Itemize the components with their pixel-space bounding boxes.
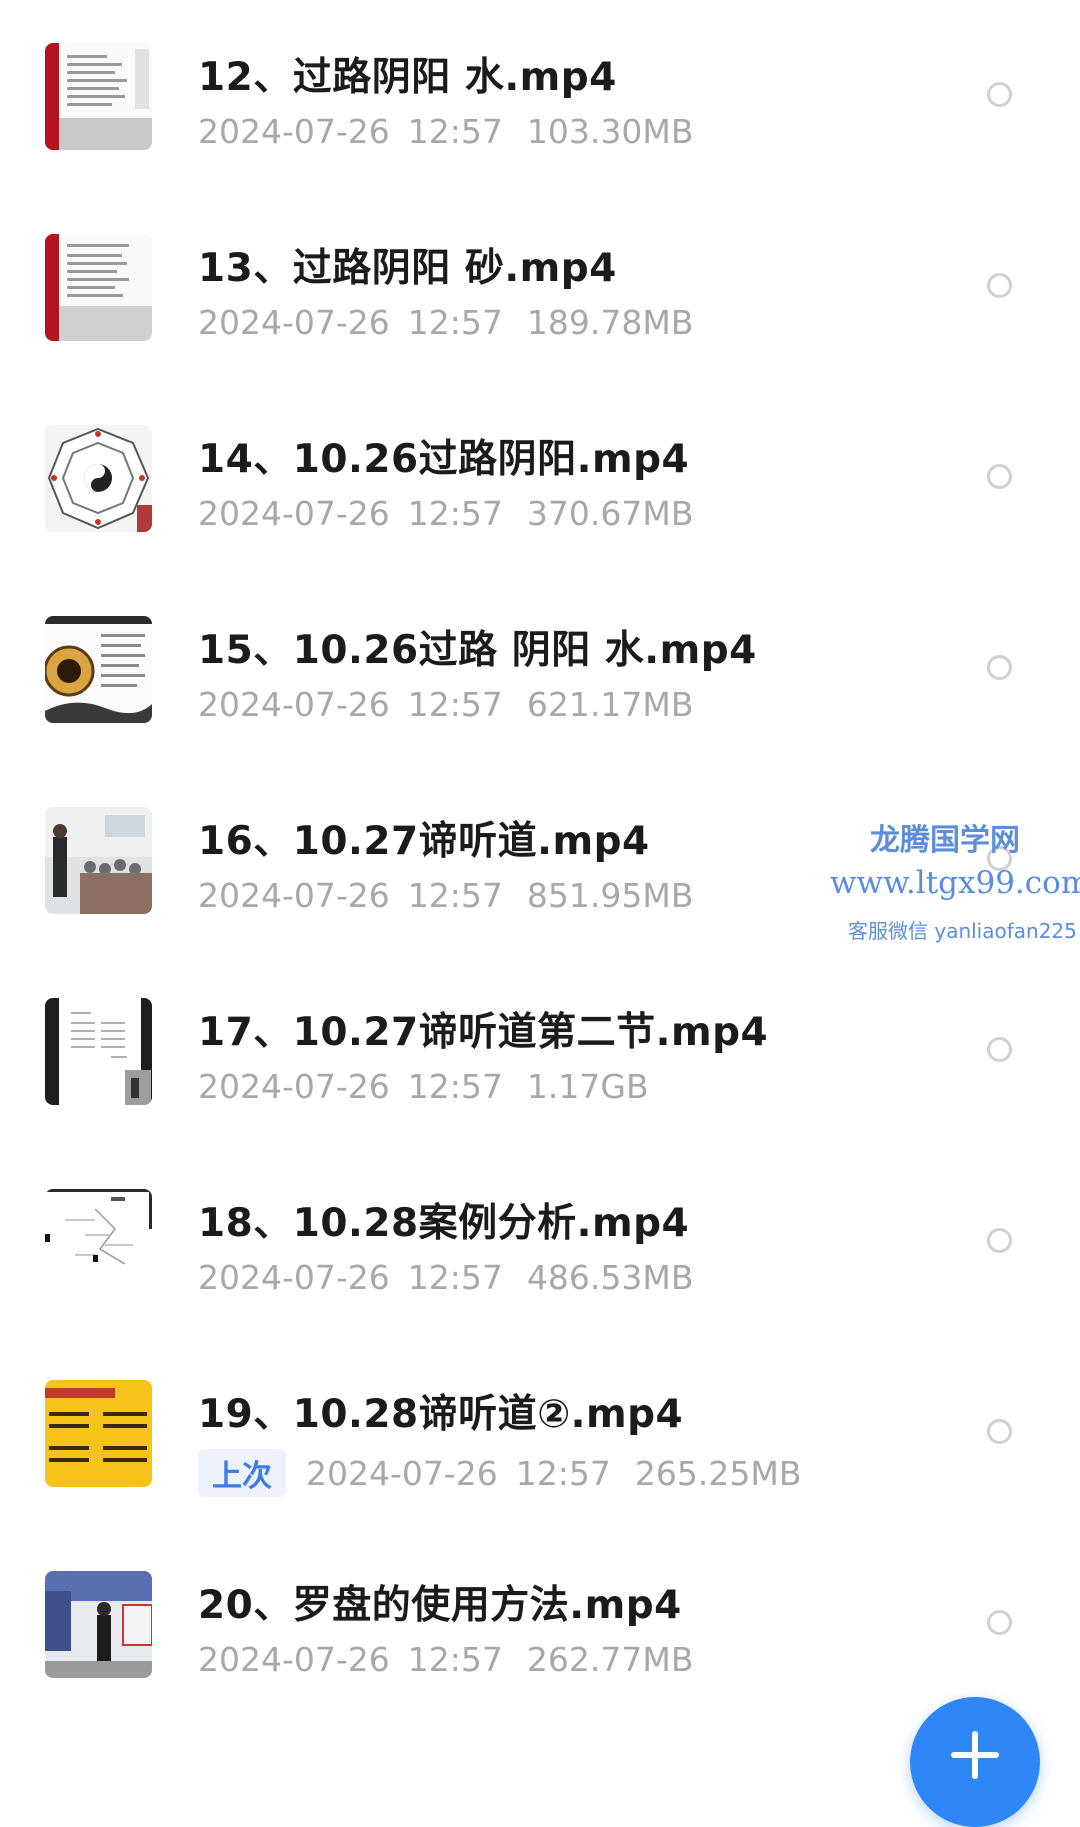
- file-size: 1.17GB: [526, 1067, 649, 1106]
- file-time: 12:57: [407, 1258, 503, 1297]
- last-played-badge: 上次: [198, 1449, 286, 1497]
- file-size: 103.30MB: [526, 112, 694, 151]
- file-meta: 2024-07-26 12:57 486.53MB: [198, 1258, 693, 1297]
- select-radio[interactable]: [987, 464, 1012, 489]
- select-radio[interactable]: [987, 1610, 1012, 1635]
- file-meta: 2024-07-26 12:57 851.95MB: [198, 876, 693, 915]
- list-item[interactable]: 13、过路阴阳 砂.mp4 2024-07-26 12:57 189.78MB: [0, 191, 1080, 382]
- file-date: 2024-07-26: [198, 876, 390, 915]
- select-radio[interactable]: [987, 82, 1012, 107]
- list-item[interactable]: 20、罗盘的使用方法.mp4 2024-07-26 12:57 262.77MB: [0, 1528, 1080, 1719]
- file-name: 16、10.27谛听道.mp4: [198, 819, 650, 864]
- file-size: 370.67MB: [526, 494, 694, 533]
- file-meta: 2024-07-26 12:57 621.17MB: [198, 685, 693, 724]
- file-date: 2024-07-26: [198, 1640, 390, 1679]
- file-name: 13、过路阴阳 砂.mp4: [198, 246, 617, 291]
- file-time: 12:57: [407, 876, 503, 915]
- select-radio[interactable]: [987, 655, 1012, 680]
- plus-icon: [910, 1697, 1040, 1787]
- file-size: 486.53MB: [526, 1258, 694, 1297]
- file-meta: 2024-07-26 12:57 189.78MB: [198, 303, 693, 342]
- file-name: 18、10.28案例分析.mp4: [198, 1201, 690, 1246]
- file-meta: 2024-07-26 12:57 103.30MB: [198, 112, 693, 151]
- file-meta: 2024-07-26 12:57 262.77MB: [198, 1640, 693, 1679]
- file-date: 2024-07-26: [198, 112, 390, 151]
- list-item[interactable]: 18、10.28案例分析.mp4 2024-07-26 12:57 486.53…: [0, 1146, 1080, 1337]
- list-item[interactable]: 12、过路阴阳 水.mp4 2024-07-26 12:57 103.30MB: [0, 0, 1080, 191]
- file-name: 17、10.27谛听道第二节.mp4: [198, 1010, 769, 1055]
- file-name: 12、过路阴阳 水.mp4: [198, 55, 617, 100]
- select-radio[interactable]: [987, 1037, 1012, 1062]
- file-date: 2024-07-26: [198, 1067, 390, 1106]
- file-time: 12:57: [407, 1640, 503, 1679]
- file-date: 2024-07-26: [198, 494, 390, 533]
- file-time: 12:57: [407, 303, 503, 342]
- select-radio[interactable]: [987, 1228, 1012, 1253]
- select-radio[interactable]: [987, 1419, 1012, 1444]
- file-size: 621.17MB: [526, 685, 694, 724]
- list-item[interactable]: 19、10.28谛听道②.mp4 上次 2024-07-26 12:57 265…: [0, 1337, 1080, 1528]
- bagua-icon: [45, 425, 152, 532]
- yellow-slide-icon: [45, 1380, 152, 1487]
- sketch-icon: [45, 1189, 152, 1296]
- watermark-contact: 客服微信 yanliaofan225: [848, 919, 1077, 943]
- file-date: 2024-07-26: [306, 1453, 498, 1493]
- file-size: 189.78MB: [526, 303, 694, 342]
- file-meta: 上次 2024-07-26 12:57 265.25MB: [198, 1449, 801, 1497]
- select-radio[interactable]: [987, 273, 1012, 298]
- file-name: 20、罗盘的使用方法.mp4: [198, 1583, 682, 1628]
- file-list: 12、过路阴阳 水.mp4 2024-07-26 12:57 103.30MB …: [0, 0, 1080, 1719]
- file-time: 12:57: [407, 685, 503, 724]
- file-time: 12:57: [407, 494, 503, 533]
- classroom-icon: [45, 807, 152, 914]
- file-size: 851.95MB: [526, 876, 694, 915]
- file-time: 12:57: [407, 1067, 503, 1106]
- doc-red-icon: [45, 43, 152, 150]
- file-size: 265.25MB: [634, 1453, 802, 1493]
- file-meta: 2024-07-26 12:57 1.17GB: [198, 1067, 649, 1106]
- watermark-title: 龙腾国学网: [870, 823, 1020, 858]
- doc-red-icon: [45, 234, 152, 341]
- file-date: 2024-07-26: [198, 303, 390, 342]
- watermark-url: www.ltgx99.com: [830, 865, 1080, 901]
- file-name: 14、10.26过路阴阳.mp4: [198, 437, 690, 482]
- file-meta: 2024-07-26 12:57 370.67MB: [198, 494, 693, 533]
- add-button[interactable]: [910, 1697, 1040, 1827]
- file-time: 12:57: [515, 1453, 611, 1493]
- file-time: 12:57: [407, 112, 503, 151]
- file-date: 2024-07-26: [198, 685, 390, 724]
- file-name: 19、10.28谛听道②.mp4: [198, 1392, 684, 1437]
- presenter-icon: [45, 1571, 152, 1678]
- list-item[interactable]: 15、10.26过路 阴阳 水.mp4 2024-07-26 12:57 621…: [0, 573, 1080, 764]
- list-item[interactable]: 17、10.27谛听道第二节.mp4 2024-07-26 12:57 1.17…: [0, 955, 1080, 1146]
- file-date: 2024-07-26: [198, 1258, 390, 1297]
- file-name: 15、10.26过路 阴阳 水.mp4: [198, 628, 757, 673]
- compass-slide-icon: [45, 616, 152, 723]
- file-size: 262.77MB: [526, 1640, 694, 1679]
- list-item[interactable]: 14、10.26过路阴阳.mp4 2024-07-26 12:57 370.67…: [0, 382, 1080, 573]
- slide-dark-icon: [45, 998, 152, 1105]
